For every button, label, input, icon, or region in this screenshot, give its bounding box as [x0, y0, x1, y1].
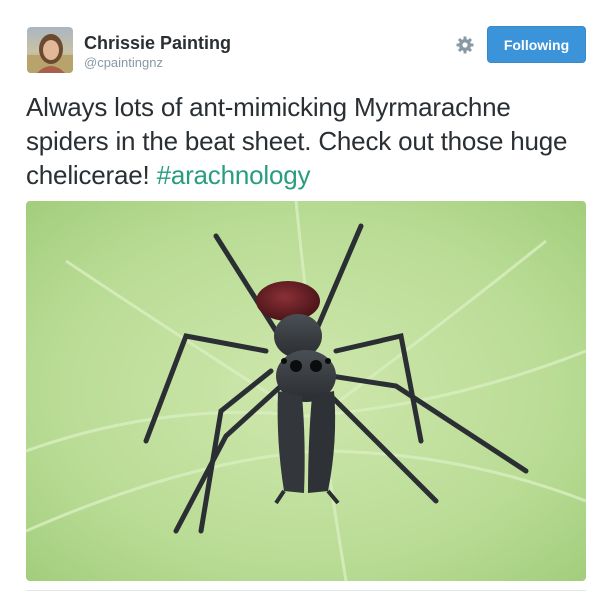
following-button[interactable]: Following	[487, 26, 586, 63]
tweet-text: Always lots of ant-mimicking Myrmarachne…	[26, 90, 586, 192]
user-name[interactable]: Chrissie Painting	[84, 33, 231, 53]
hashtag-link[interactable]: #arachnology	[157, 160, 311, 190]
tweet-card: Chrissie Painting @cpaintingnz Following…	[0, 0, 607, 594]
divider	[26, 590, 586, 591]
user-info: Chrissie Painting @cpaintingnz	[84, 33, 231, 72]
tweet-photo[interactable]	[26, 201, 586, 581]
avatar[interactable]	[27, 27, 73, 73]
user-handle[interactable]: @cpaintingnz	[84, 54, 231, 72]
gear-icon[interactable]	[455, 35, 475, 55]
